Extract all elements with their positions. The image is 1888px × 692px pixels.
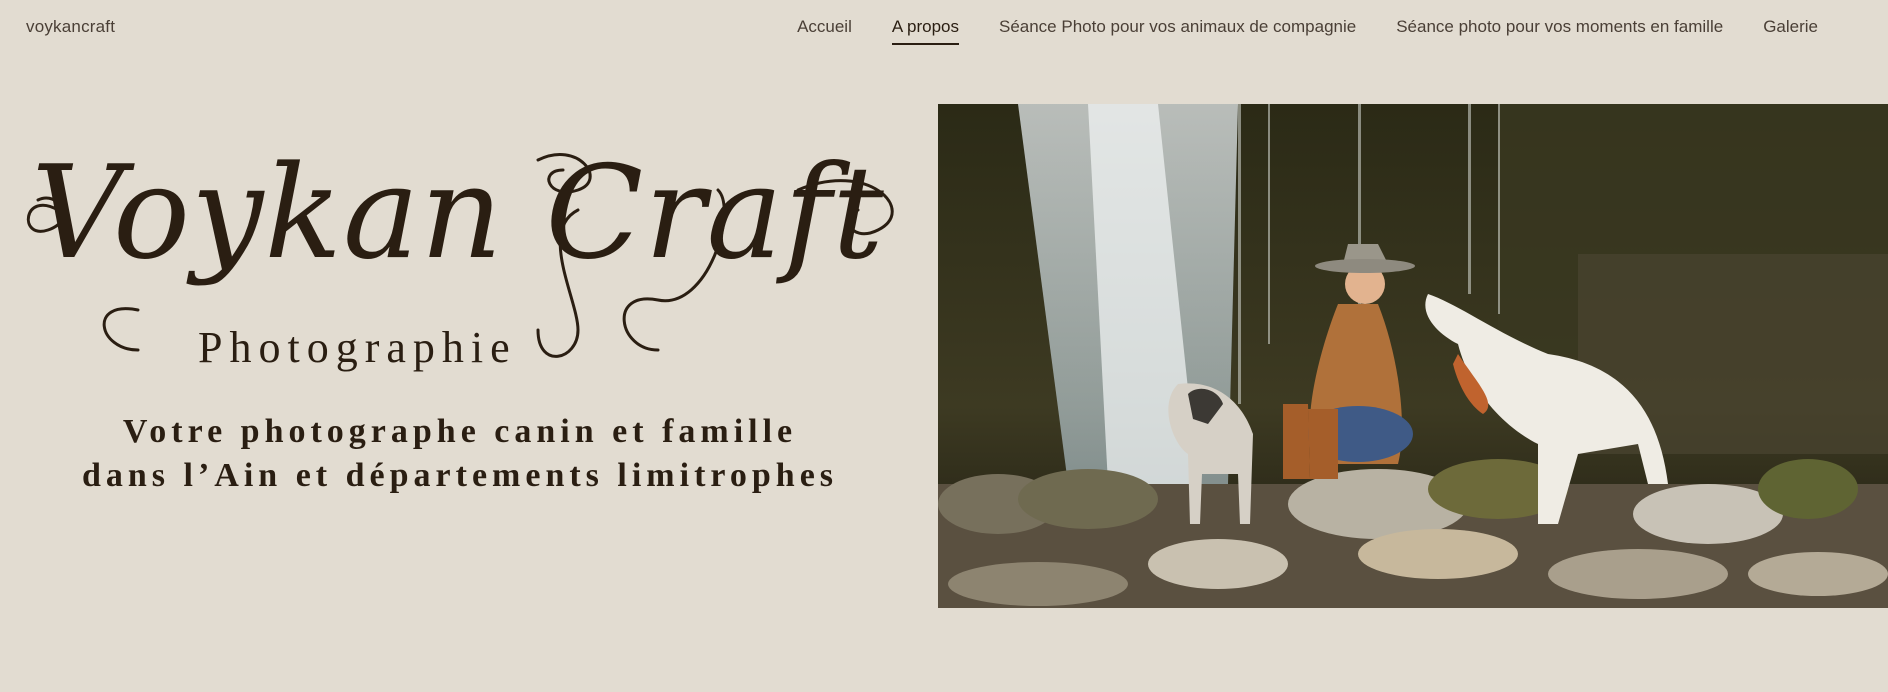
main-nav: Accueil A propos Séance Photo pour vos a… [797,17,1818,45]
waterfall-photo-illustration [938,104,1888,608]
nav-seance-famille[interactable]: Séance photo pour vos moments en famille [1396,17,1723,45]
logo-subtitle: Photographie [198,323,517,372]
tagline-line-2: dans l’Ain et départements limitrophes [81,457,839,494]
site-title[interactable]: voykancraft [26,17,115,37]
nav-a-propos[interactable]: A propos [891,17,959,45]
nav-accueil[interactable]: Accueil [797,17,852,45]
nav-seance-animaux[interactable]: Séance Photo pour vos animaux de compagn… [999,17,1356,45]
logo-script-text: Voykan Craft [31,139,885,288]
tagline-line-1: Votre photographe canin et famille [122,413,798,450]
tagline: Votre photographe canin et famille dans … [40,410,880,498]
brand-logo: Voykan Craft Photographie [18,139,898,372]
hero-photo [938,104,1888,608]
nav-galerie[interactable]: Galerie [1763,17,1818,45]
